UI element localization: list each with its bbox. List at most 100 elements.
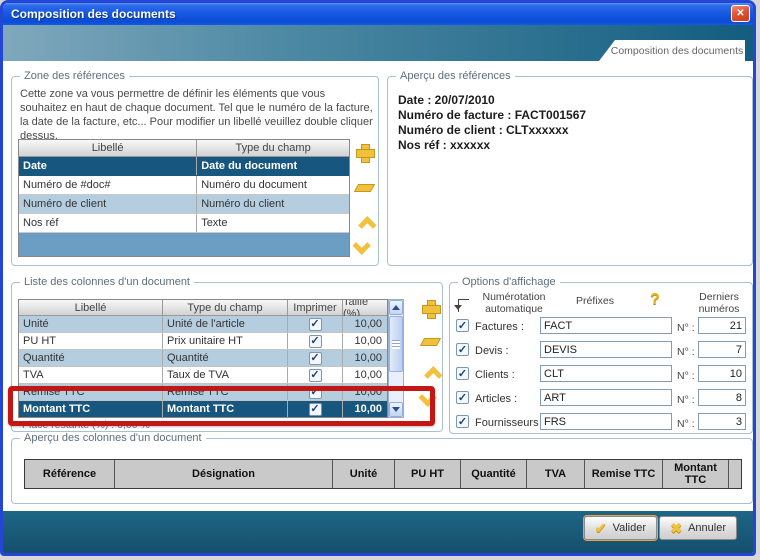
cross-icon: ✖ [670, 520, 682, 537]
clients-prefix-input[interactable] [540, 365, 672, 382]
factures-prefix-input[interactable] [540, 317, 672, 334]
move-column-up-button[interactable] [418, 361, 442, 383]
scrollbar-track[interactable] [389, 373, 403, 402]
imprimer-checkbox[interactable] [309, 318, 322, 331]
imprimer-checkbox[interactable] [309, 369, 322, 382]
table-empty-area [19, 233, 349, 256]
preview-line-nosref: Nos réf : xxxxxx [398, 138, 586, 153]
clients-checkbox[interactable] [456, 367, 469, 380]
col-header-type: Type du champ [163, 300, 288, 315]
valider-button[interactable]: ✔ Valider [584, 516, 657, 540]
columns-table-scrollbar[interactable] [388, 299, 404, 418]
check-icon: ✔ [595, 520, 607, 537]
close-button[interactable]: ✕ [731, 5, 750, 22]
plus-icon [356, 144, 373, 161]
references-table-header: Libellé Type du champ [19, 140, 349, 157]
numero-label: N° : [677, 370, 695, 382]
column-row-unite[interactable]: Unité Unité de l'article 10,00 [19, 316, 387, 333]
annuler-button[interactable]: ✖ Annuler [659, 516, 737, 540]
tab-label: Composition des documents [601, 45, 744, 57]
numero-label: N° : [677, 346, 695, 358]
arrow-down-icon [392, 407, 400, 416]
chevron-down-icon [352, 236, 370, 254]
add-reference-button[interactable] [352, 141, 376, 163]
apercu-colonnes-title: Aperçu des colonnes d'un document [20, 432, 206, 444]
references-preview: Date : 20/07/2010 Numéro de facture : FA… [398, 93, 586, 153]
column-row-montant-ttc[interactable]: Montant TTC Montant TTC 10,00 [19, 401, 387, 418]
table-row-date[interactable]: Date Date du document [19, 157, 349, 176]
remove-reference-button[interactable] [352, 177, 376, 199]
references-table: Libellé Type du champ Date Date du docum… [18, 139, 350, 257]
fournisseurs-prefix-input[interactable] [540, 413, 672, 430]
fournisseurs-checkbox[interactable] [456, 415, 469, 428]
table-row-nos-ref[interactable]: Nos réf Texte [19, 214, 349, 233]
table-row-numero-client[interactable]: Numéro de client Numéro du client [19, 195, 349, 214]
chevron-down-icon [418, 388, 436, 406]
minus-icon [419, 338, 440, 346]
clients-number-input[interactable] [698, 365, 746, 382]
option-row-articles: Articles : N° : [450, 389, 752, 409]
prefixes-header: Préfixes [540, 295, 650, 307]
annuler-label: Annuler [688, 522, 726, 534]
preview-col-unite: Unité [333, 460, 395, 488]
scrollbar-thumb[interactable] [389, 316, 403, 372]
fournisseurs-number-input[interactable] [698, 413, 746, 430]
imprimer-checkbox[interactable] [309, 335, 322, 348]
table-row-numero-doc[interactable]: Numéro de #doc# Numéro du document [19, 176, 349, 195]
numero-label: N° : [677, 418, 695, 430]
titlebar[interactable]: Composition des documents ✕ [3, 3, 753, 25]
valider-label: Valider [613, 522, 646, 534]
preview-col-designation: Désignation [115, 460, 333, 488]
minus-icon [353, 184, 374, 192]
imprimer-checkbox[interactable] [309, 352, 322, 365]
articles-number-input[interactable] [698, 389, 746, 406]
apercu-colonnes-group: Aperçu des colonnes d'un document Référe… [11, 438, 753, 504]
plus-icon [422, 300, 439, 317]
move-reference-up-button[interactable] [352, 211, 376, 233]
factures-number-input[interactable] [698, 317, 746, 334]
dialog-window: Composition des documents ✕ Composition … [0, 0, 756, 556]
help-icon[interactable]: ? [650, 291, 660, 309]
options-affichage-title: Options d'affichage [458, 276, 560, 288]
remove-column-button[interactable] [418, 331, 442, 353]
options-affichage-group: Options d'affichage Numérotation automat… [449, 282, 753, 434]
numero-label: N° : [677, 322, 695, 334]
preview-col-puht: PU HT [395, 460, 461, 488]
scroll-up-button[interactable] [389, 300, 403, 315]
add-column-button[interactable] [418, 297, 442, 319]
column-row-puht[interactable]: PU HT Prix unitaire HT 10,00 [19, 333, 387, 350]
preview-col-remise-ttc: Remise TTC [585, 460, 663, 488]
articles-prefix-input[interactable] [540, 389, 672, 406]
imprimer-checkbox[interactable] [309, 403, 322, 416]
zone-references-title: Zone des références [20, 70, 129, 82]
option-row-clients: Clients : N° : [450, 365, 752, 385]
move-column-down-button[interactable] [418, 389, 442, 411]
devis-prefix-input[interactable] [540, 341, 672, 358]
tab-composition-des-documents[interactable]: Composition des documents [599, 40, 745, 61]
col-header-libelle: Libellé [19, 300, 163, 315]
devis-checkbox[interactable] [456, 343, 469, 356]
preview-col-tva: TVA [527, 460, 585, 488]
col-header-type-du-champ: Type du champ [197, 140, 349, 156]
numero-label: N° : [677, 394, 695, 406]
factures-label: Factures : [475, 321, 524, 333]
column-row-tva[interactable]: TVA Taux de TVA 10,00 [19, 367, 387, 384]
liste-colonnes-title: Liste des colonnes d'un document [20, 276, 194, 288]
factures-checkbox[interactable] [456, 319, 469, 332]
chevron-up-icon [358, 216, 376, 234]
scroll-down-button[interactable] [389, 402, 403, 417]
header-band: Composition des documents [3, 25, 753, 61]
devis-number-input[interactable] [698, 341, 746, 358]
chevron-up-icon [424, 366, 442, 384]
imprimer-checkbox[interactable] [309, 386, 322, 399]
columns-table-header: Libellé Type du champ Imprimer Taille (%… [19, 300, 387, 316]
column-row-remise-ttc[interactable]: Remise TTC Remise TTC 10,00 [19, 384, 387, 401]
articles-checkbox[interactable] [456, 391, 469, 404]
col-header-libelle: Libellé [19, 140, 197, 156]
derniers-numeros-header: Derniers numéros [690, 291, 748, 315]
footer-bar: ✔ Valider ✖ Annuler [3, 511, 753, 553]
column-row-quantite[interactable]: Quantité Quantité 10,00 [19, 350, 387, 367]
move-reference-down-button[interactable] [352, 237, 376, 259]
preview-col-empty [729, 460, 741, 488]
columns-table: Libellé Type du champ Imprimer Taille (%… [18, 299, 388, 418]
